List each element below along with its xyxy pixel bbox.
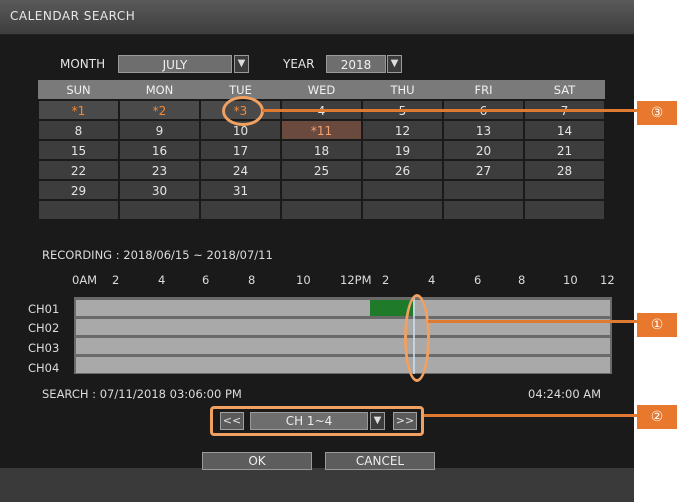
calendar-day-cell[interactable]: 19 xyxy=(362,140,443,160)
timeline-tick-label: 8 xyxy=(248,273,256,287)
weekday-fri: FRI xyxy=(474,83,493,97)
window-title: CALENDAR SEARCH xyxy=(10,9,136,23)
calendar-day-cell xyxy=(524,180,605,200)
timeline-tick-label: 6 xyxy=(474,273,482,287)
channel-label-3: CH03 xyxy=(28,341,60,355)
callout-3-marker: ③ xyxy=(637,101,677,125)
ok-button[interactable]: OK xyxy=(202,452,312,470)
calendar-day-cell[interactable]: *11 xyxy=(281,120,362,140)
calendar-day-cell[interactable]: 8 xyxy=(38,120,119,140)
weekday-wed: WED xyxy=(307,83,336,97)
timeline-tick-label: 12PM xyxy=(340,273,372,287)
calendar-day-cell xyxy=(281,200,362,220)
calendar-day-cell xyxy=(119,200,200,220)
year-label: YEAR xyxy=(283,57,315,71)
timeline-tick-label: 2 xyxy=(112,273,120,287)
weekday-tue: TUE xyxy=(229,83,252,97)
calendar-day-cell[interactable]: 15 xyxy=(38,140,119,160)
calendar-day-cell[interactable]: 22 xyxy=(38,160,119,180)
timeline-tick-label: 2 xyxy=(382,273,390,287)
callout-3-line xyxy=(262,109,638,112)
weekday-sat: SAT xyxy=(553,83,576,97)
title-bar: CALENDAR SEARCH xyxy=(0,0,634,35)
timeline-row-ch04[interactable] xyxy=(76,357,610,373)
callout-2-line xyxy=(424,414,638,417)
calendar-day-cell[interactable]: 18 xyxy=(281,140,362,160)
timeline-tick-label: 0AM xyxy=(72,273,98,287)
recording-range: RECORDING : 2018/06/15 ~ 2018/07/11 xyxy=(42,248,273,262)
calendar-day-cell[interactable]: 9 xyxy=(119,120,200,140)
month-label: MONTH xyxy=(60,57,106,71)
calendar-day-cell[interactable]: 29 xyxy=(38,180,119,200)
calendar-day-cell[interactable]: 31 xyxy=(200,180,281,200)
calendar-day-cell[interactable]: 28 xyxy=(524,160,605,180)
timeline-tick-label: 6 xyxy=(202,273,210,287)
calendar-day-cell xyxy=(443,200,524,220)
calendar-day-cell[interactable]: 27 xyxy=(443,160,524,180)
calendar-day-cell xyxy=(524,200,605,220)
year-select[interactable]: 2018 xyxy=(326,55,386,73)
weekday-mon: MON xyxy=(145,83,174,97)
callout-3-highlight xyxy=(222,96,264,126)
calendar-day-cell[interactable]: 17 xyxy=(200,140,281,160)
channel-label-2: CH02 xyxy=(28,321,60,335)
calendar-day-cell[interactable]: 25 xyxy=(281,160,362,180)
calendar-day-cell[interactable]: 30 xyxy=(119,180,200,200)
timeline-row-ch03[interactable] xyxy=(76,338,610,354)
year-dropdown-icon[interactable]: ▼ xyxy=(387,55,402,73)
search-time: 04:24:00 AM xyxy=(528,387,602,401)
calendar-day-cell xyxy=(38,200,119,220)
timeline-tick-label: 10 xyxy=(296,273,311,287)
calendar-day-cell[interactable]: 14 xyxy=(524,120,605,140)
calendar-day-cell xyxy=(443,180,524,200)
calendar-day-cell[interactable]: 23 xyxy=(119,160,200,180)
search-datetime: SEARCH : 07/11/2018 03:06:00 PM xyxy=(42,387,242,401)
calendar-day-cell[interactable]: 26 xyxy=(362,160,443,180)
timeline-row-ch01[interactable] xyxy=(76,300,610,316)
month-dropdown-icon[interactable]: ▼ xyxy=(234,55,249,73)
timeline-tick-label: 10 xyxy=(563,273,578,287)
callout-1-marker: ① xyxy=(637,313,677,337)
footer-bar xyxy=(0,468,634,502)
channel-label-1: CH01 xyxy=(28,302,60,316)
month-select[interactable]: JULY xyxy=(118,55,232,73)
calendar-day-cell xyxy=(362,200,443,220)
cancel-button[interactable]: CANCEL xyxy=(325,452,435,470)
channel-label-4: CH04 xyxy=(28,361,60,375)
weekday-sun: SUN xyxy=(66,83,91,97)
callout-2-marker: ② xyxy=(637,405,677,429)
calendar-day-cell xyxy=(281,180,362,200)
callout-2-highlight xyxy=(210,406,424,436)
calendar-day-cell xyxy=(200,200,281,220)
callout-1-line xyxy=(428,320,638,323)
timeline-tick-label: 12 xyxy=(600,273,615,287)
calendar-day-cell[interactable]: 20 xyxy=(443,140,524,160)
timeline-tick-label: 4 xyxy=(428,273,436,287)
calendar-day-cell xyxy=(362,180,443,200)
weekday-thu: THU xyxy=(390,83,415,97)
timeline-tick-label: 8 xyxy=(518,273,526,287)
calendar-day-cell[interactable]: 24 xyxy=(200,160,281,180)
calendar-day-cell[interactable]: *1 xyxy=(38,100,119,120)
calendar-day-cell[interactable]: 16 xyxy=(119,140,200,160)
calendar-day-cell[interactable]: *2 xyxy=(119,100,200,120)
timeline-tick-label: 4 xyxy=(158,273,166,287)
calendar-day-cell[interactable]: 21 xyxy=(524,140,605,160)
calendar-day-cell[interactable]: 12 xyxy=(362,120,443,140)
weekday-header: SUN MON TUE WED THU FRI SAT xyxy=(38,80,605,99)
calendar-day-cell[interactable]: 13 xyxy=(443,120,524,140)
callout-1-highlight xyxy=(404,294,430,382)
